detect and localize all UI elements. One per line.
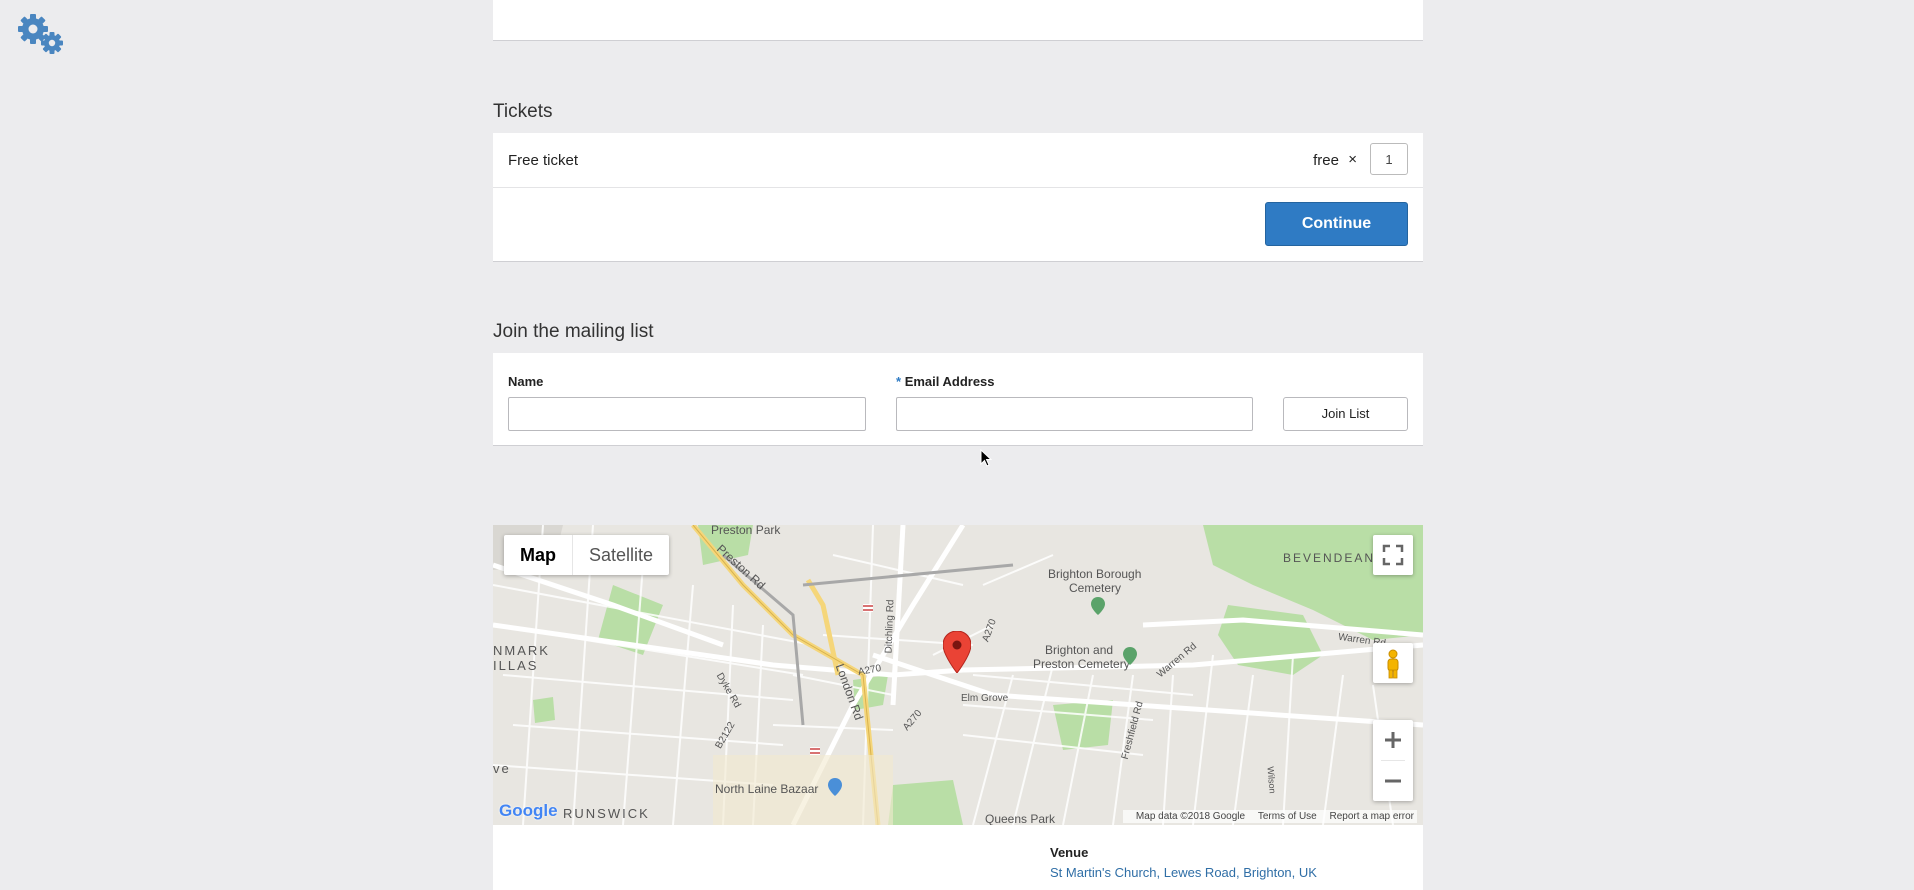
map-label: Brighton and <box>1045 643 1114 657</box>
report-map-error-link[interactable]: Report a map error <box>1330 811 1414 822</box>
map-label: Preston Cemetery <box>1033 657 1130 671</box>
map-label: BEVENDEAN <box>1283 551 1376 565</box>
map-type-satellite-button[interactable]: Satellite <box>572 535 669 575</box>
email-label-text: Email Address <box>904 374 995 389</box>
cemetery-poi-icon <box>1123 647 1137 665</box>
map-label: Cemetery <box>1069 581 1122 595</box>
mailing-title: Join the mailing list <box>493 321 654 342</box>
venue-location-pin-icon[interactable] <box>943 631 971 673</box>
pegman-icon <box>1387 649 1399 679</box>
tickets-panel: Free ticket free × Continue <box>493 133 1423 262</box>
map-type-control: Map Satellite <box>504 535 670 575</box>
venue-panel: Venue St Martin's Church, Lewes Road, Br… <box>493 825 1423 890</box>
venue-address-link[interactable]: St Martin's Church, Lewes Road, Brighton… <box>1050 865 1317 880</box>
rail-station-icon <box>863 604 873 612</box>
map-label: North Laine Bazaar <box>715 782 819 796</box>
name-label: Name <box>508 374 544 389</box>
continue-button[interactable]: Continue <box>1265 202 1408 246</box>
map-label: Preston Park <box>711 525 781 537</box>
fullscreen-icon <box>1382 544 1404 566</box>
terms-of-use-link[interactable]: Terms of Use <box>1258 811 1317 822</box>
required-marker: * <box>896 374 902 389</box>
street-view-pegman[interactable] <box>1373 643 1413 683</box>
google-logo[interactable]: Google <box>499 801 558 821</box>
email-field[interactable] <box>896 397 1253 431</box>
ticket-name: Free ticket <box>508 152 579 169</box>
email-label: * Email Address <box>896 374 995 389</box>
tickets-title: Tickets <box>493 101 553 122</box>
venue-map[interactable]: Preston Park Preston Rd Brighton Borough… <box>493 525 1423 825</box>
ticket-row: Free ticket free × <box>493 133 1423 188</box>
map-label: ve <box>493 761 511 776</box>
google-logo-text: Google <box>499 801 558 820</box>
map-label: Queens Park <box>985 812 1056 825</box>
map-data-credit: Map data ©2018 Google <box>1135 811 1246 822</box>
cemetery-poi-icon <box>1091 597 1105 615</box>
gears-icon[interactable] <box>16 12 64 56</box>
multiply-sign: × <box>1348 151 1357 168</box>
map-label: RUNSWICK <box>563 806 650 821</box>
rail-station-icon <box>810 747 820 755</box>
previous-panel <box>493 0 1423 41</box>
join-list-button[interactable]: Join List <box>1283 397 1408 431</box>
map-label: Elm Grove <box>961 693 1009 704</box>
zoom-control <box>1373 720 1413 801</box>
mouse-cursor-icon <box>980 449 992 467</box>
map-label: NMARK <box>493 643 550 658</box>
ticket-price: free <box>1313 152 1339 169</box>
map-label: Brighton Borough <box>1048 567 1142 581</box>
name-field[interactable] <box>508 397 866 431</box>
map-label: Ditchling Rd <box>883 599 897 654</box>
fullscreen-button[interactable] <box>1373 535 1413 575</box>
ticket-quantity-input[interactable] <box>1370 143 1408 175</box>
shopping-poi-icon <box>828 778 842 796</box>
map-type-map-button[interactable]: Map <box>504 535 572 575</box>
map-attribution: Map data ©2018 Google Terms of Use Repor… <box>1122 810 1417 823</box>
zoom-in-icon[interactable] <box>1373 720 1413 760</box>
venue-heading: Venue <box>1050 845 1089 860</box>
map-label: ILLAS <box>493 658 539 673</box>
mailing-panel: Name * Email Address Join List <box>493 353 1423 446</box>
zoom-out-icon[interactable] <box>1373 761 1413 801</box>
